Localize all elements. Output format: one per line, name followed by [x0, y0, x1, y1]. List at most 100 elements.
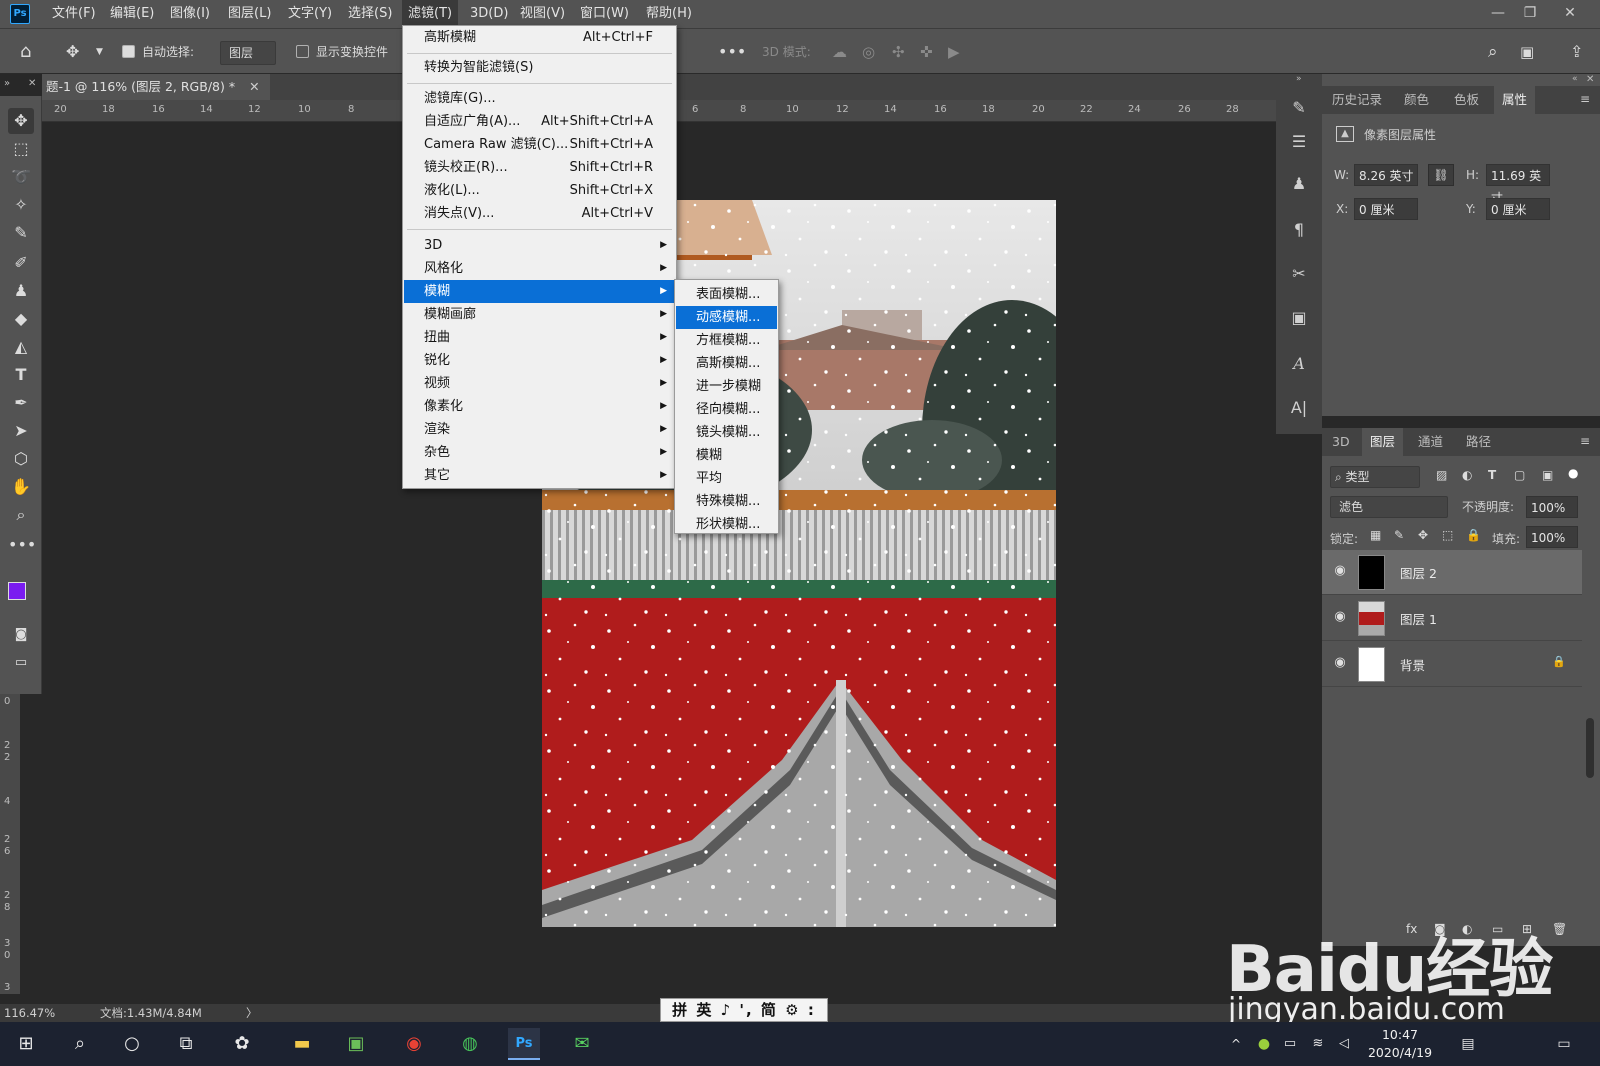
- collapse-panel-icon[interactable]: «: [1572, 74, 1578, 84]
- auto-select-dropdown[interactable]: 图层: [220, 41, 276, 65]
- 3d-roll-icon[interactable]: ◎: [862, 41, 875, 63]
- type-tool-icon[interactable]: T: [8, 362, 34, 388]
- layer-name[interactable]: 背景: [1400, 655, 1425, 674]
- menu-item-3d[interactable]: 3D ▶: [404, 234, 675, 257]
- paint-bucket-icon[interactable]: ◭: [8, 334, 34, 360]
- filter-pixel-icon[interactable]: ▨: [1436, 468, 1447, 482]
- foreground-color-swatch[interactable]: [8, 582, 26, 600]
- screen-mode-icon[interactable]: ▭: [8, 650, 34, 676]
- search-icon[interactable]: ⌕: [1488, 41, 1498, 63]
- layer-name[interactable]: 图层 1: [1400, 609, 1437, 628]
- action-center-icon[interactable]: ▭: [1548, 1028, 1580, 1060]
- eraser-tool-icon[interactable]: ◆: [8, 306, 34, 332]
- tab-layers[interactable]: 图层: [1362, 428, 1404, 456]
- tab-properties[interactable]: 属性: [1494, 86, 1536, 114]
- menu-file[interactable]: 文件(F): [46, 0, 102, 28]
- trash-icon[interactable]: 🗑: [1552, 922, 1567, 936]
- tab-paths[interactable]: 路径: [1458, 428, 1499, 456]
- menu-item-last-filter[interactable]: 高斯模糊 Alt+Ctrl+F: [404, 26, 675, 49]
- move-tool-icon[interactable]: ✥: [8, 108, 34, 134]
- layer-row[interactable]: ◉ 图层 2: [1322, 550, 1582, 595]
- zoom-level[interactable]: 116.47%: [4, 1004, 55, 1022]
- show-transform-checkbox[interactable]: [296, 45, 309, 58]
- 3d-camera-icon[interactable]: ▶: [948, 41, 960, 63]
- move-tool-icon[interactable]: ✥: [66, 41, 79, 63]
- submenu-item-surface-blur[interactable]: 表面模糊...: [676, 283, 777, 306]
- magic-wand-icon[interactable]: ✧: [8, 192, 34, 218]
- tab-swatches[interactable]: 色板: [1446, 86, 1487, 114]
- menu-edit[interactable]: 编辑(E): [104, 0, 160, 28]
- submenu-item-average[interactable]: 平均: [676, 467, 777, 490]
- layer-filter-dropdown[interactable]: ⌕ 类型: [1330, 466, 1420, 488]
- minimize-icon[interactable]: —: [1482, 0, 1514, 28]
- notes-icon[interactable]: ▣: [1287, 306, 1311, 330]
- submenu-item-blur-more[interactable]: 进一步模糊: [676, 375, 777, 398]
- height-field[interactable]: 11.69 英寸: [1486, 164, 1550, 205]
- menu-filter[interactable]: 滤镜(T): [402, 0, 459, 28]
- volume-icon[interactable]: ◁: [1328, 1028, 1360, 1060]
- menu-item-video[interactable]: 视频 ▶: [404, 372, 675, 395]
- submenu-item-motion-blur[interactable]: 动感模糊...: [676, 306, 777, 329]
- menu-item-adaptive-wide-angle[interactable]: 自适应广角(A)... Alt+Shift+Ctrl+A: [404, 110, 675, 133]
- filter-type-icon[interactable]: T: [1488, 468, 1496, 482]
- quick-mask-icon[interactable]: ◙: [8, 622, 34, 648]
- menu-item-other[interactable]: 其它 ▶: [404, 464, 675, 487]
- ime-toolbar[interactable]: 拼 英 ♪ ', 简 ⚙ :: [660, 998, 828, 1022]
- notification-count-icon[interactable]: ▤: [1452, 1028, 1484, 1060]
- pen-tool-icon[interactable]: ✒: [8, 390, 34, 416]
- submenu-item-smart-blur[interactable]: 特殊模糊...: [676, 490, 777, 513]
- photoshop-logo[interactable]: Ps: [10, 4, 30, 24]
- layer-row[interactable]: ◉ 图层 1: [1322, 596, 1582, 641]
- system-clock[interactable]: 10:47 2020/4/19: [1362, 1026, 1438, 1062]
- stamp-tool-icon[interactable]: ♟: [8, 278, 34, 304]
- menu-type[interactable]: 文字(Y): [282, 0, 338, 28]
- layers-scrollbar[interactable]: [1586, 718, 1594, 778]
- zoom-tool-icon[interactable]: ⌕: [8, 502, 34, 528]
- menu-view[interactable]: 视图(V): [514, 0, 571, 28]
- width-field[interactable]: 8.26 英寸: [1354, 164, 1418, 186]
- brush-tool-icon[interactable]: ✐: [8, 250, 34, 276]
- menu-item-lens-correction[interactable]: 镜头校正(R)... Shift+Ctrl+R: [404, 156, 675, 179]
- tool-presets-icon[interactable]: ✂: [1287, 262, 1311, 286]
- chevron-down-icon[interactable]: ▼: [96, 41, 103, 63]
- lock-position-icon[interactable]: ✥: [1418, 528, 1428, 542]
- submenu-item-gaussian-blur[interactable]: 高斯模糊...: [676, 352, 777, 375]
- auto-select-checkbox[interactable]: [122, 45, 135, 58]
- menu-item-convert-smart-filter[interactable]: 转换为智能滤镜(S): [404, 56, 675, 79]
- brush-settings-icon[interactable]: ✎: [1287, 96, 1311, 120]
- panel-close-icon[interactable]: ✕: [28, 78, 36, 89]
- menu-item-pixelate[interactable]: 像素化 ▶: [404, 395, 675, 418]
- eyedropper-icon[interactable]: ✎: [8, 220, 34, 246]
- submenu-item-box-blur[interactable]: 方框模糊...: [676, 329, 777, 352]
- lock-all-icon[interactable]: 🔒: [1466, 528, 1481, 542]
- more-options-icon[interactable]: •••: [718, 41, 746, 63]
- clone-source-icon[interactable]: ♟: [1287, 172, 1311, 196]
- hand-tool-icon[interactable]: ✋: [8, 474, 34, 500]
- menu-help[interactable]: 帮助(H): [640, 0, 698, 28]
- submenu-item-lens-blur[interactable]: 镜头模糊...: [676, 421, 777, 444]
- home-icon[interactable]: ⌂: [20, 41, 31, 63]
- restore-icon[interactable]: ❐: [1514, 0, 1546, 28]
- filter-smart-object-icon[interactable]: ▣: [1542, 468, 1553, 482]
- task-view-icon[interactable]: ⧉: [170, 1028, 202, 1060]
- menu-item-blur-gallery[interactable]: 模糊画廊 ▶: [404, 303, 675, 326]
- close-icon[interactable]: ✕: [1554, 0, 1586, 28]
- menu-item-noise[interactable]: 杂色 ▶: [404, 441, 675, 464]
- menu-item-render[interactable]: 渲染 ▶: [404, 418, 675, 441]
- layer-row[interactable]: ◉ 背景 🔒: [1322, 642, 1582, 687]
- eye-icon[interactable]: ◉: [1332, 609, 1348, 625]
- submenu-item-radial-blur[interactable]: 径向模糊...: [676, 398, 777, 421]
- tab-channels[interactable]: 通道: [1410, 428, 1451, 456]
- tab-history[interactable]: 历史记录: [1324, 86, 1390, 114]
- menu-item-blur[interactable]: 模糊 ▶: [404, 280, 675, 303]
- link-icon[interactable]: ⛓: [1428, 164, 1454, 186]
- adjustments-icon[interactable]: ☰: [1287, 130, 1311, 154]
- 3d-pan-icon[interactable]: ✣: [892, 41, 905, 63]
- image-viewer-icon[interactable]: ▣: [340, 1028, 372, 1060]
- browser-icon[interactable]: ◍: [454, 1028, 486, 1060]
- windows-start-icon[interactable]: ⊞: [10, 1028, 42, 1060]
- document-tab[interactable]: 题-1 @ 116% (图层 2, RGB/8) * ✕: [42, 74, 270, 100]
- app-pinwheel-icon[interactable]: ✿: [226, 1028, 258, 1060]
- 3d-orbit-icon[interactable]: ☁: [832, 41, 847, 63]
- panel-menu-icon[interactable]: ≡: [1580, 92, 1590, 106]
